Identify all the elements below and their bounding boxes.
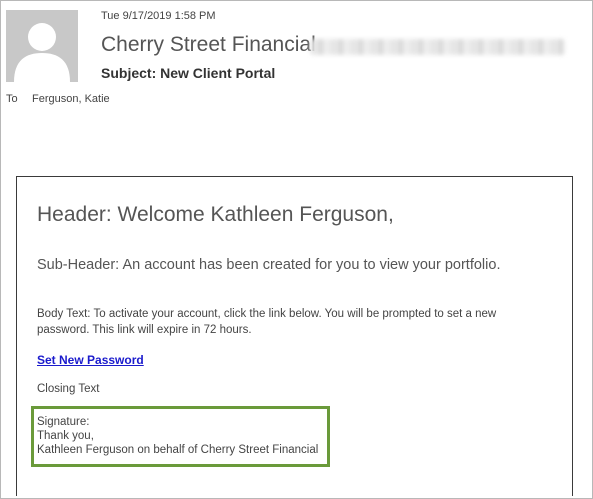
email-subject: Subject: New Client Portal <box>101 65 276 81</box>
to-label: To <box>6 93 18 105</box>
email-body: Header: Welcome Kathleen Ferguson, Sub-H… <box>16 176 573 496</box>
person-silhouette-icon <box>6 10 78 82</box>
recipients-row: To Ferguson, Katie <box>6 93 110 105</box>
signature-block: Signature: Thank you, Kathleen Ferguson … <box>37 415 318 457</box>
recipient-name[interactable]: Ferguson, Katie <box>32 93 110 105</box>
signature-line-1: Thank you, <box>37 430 94 442</box>
redacted-sender-address <box>310 39 565 55</box>
body-header: Header: Welcome Kathleen Ferguson, <box>37 203 394 226</box>
body-text: Body Text: To activate your account, cli… <box>37 308 497 336</box>
sent-date: Tue 9/17/2019 1:58 PM <box>101 10 216 22</box>
set-new-password-link[interactable]: Set New Password <box>37 353 144 367</box>
body-sub-header: Sub-Header: An account has been created … <box>37 257 501 273</box>
signature-line-2: Kathleen Ferguson on behalf of Cherry St… <box>37 444 319 456</box>
sender-avatar <box>6 10 78 82</box>
closing-text: Closing Text <box>37 383 100 395</box>
sender-name[interactable]: Cherry Street Financial <box>101 33 316 57</box>
signature-label: Signature: <box>37 416 90 428</box>
